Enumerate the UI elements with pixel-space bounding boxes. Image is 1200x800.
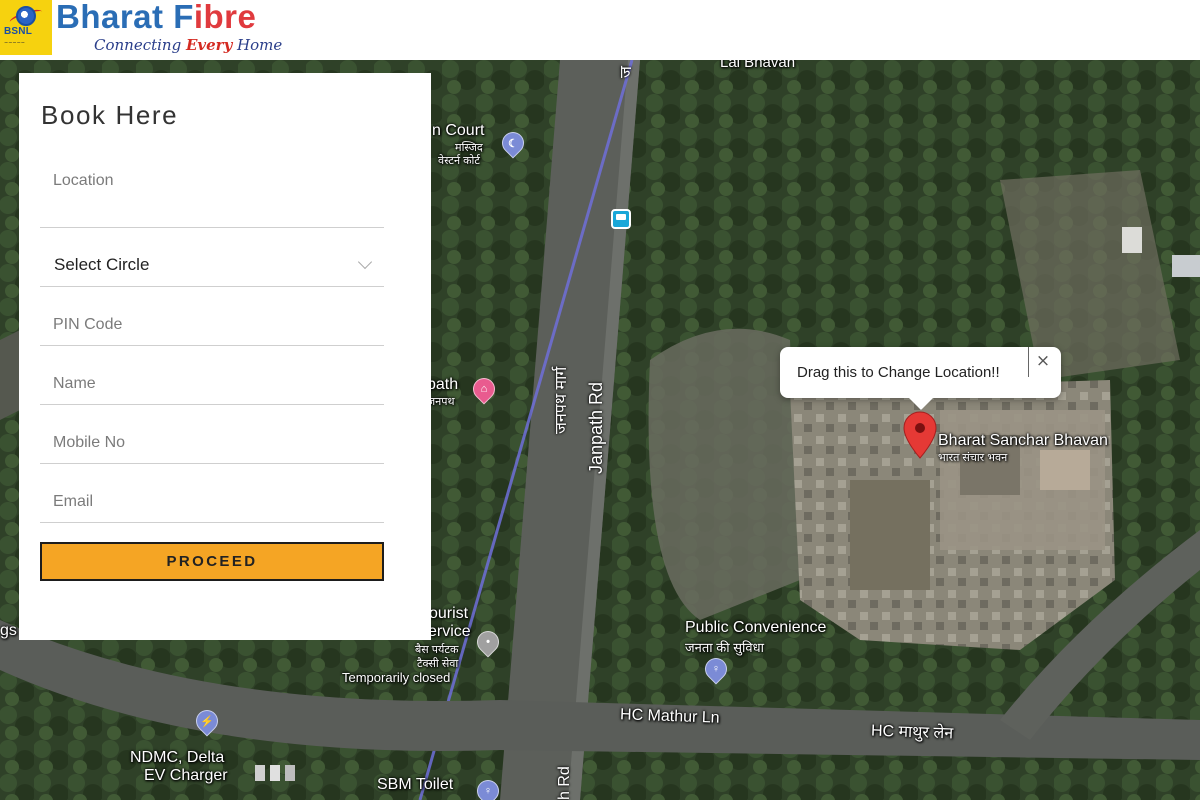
road-label-janpath-rd: Janpath Rd [586,381,606,474]
bsnl-logo[interactable]: BSNL ~~~~~ [0,0,52,55]
road-label-h-rd: h Rd [556,766,573,800]
circle-select-value: Select Circle [54,255,150,274]
tagline-part3: Home [232,36,283,54]
info-window: Drag this to Change Location!! × [780,347,1061,410]
circle-select[interactable]: Select Circle [40,243,384,287]
road-label-janpath-marg: जनपथ मार्ग [553,366,570,434]
booking-panel: Book Here Select Circle PROCEED [19,73,431,640]
map-label-gs: gs [0,622,17,639]
name-input[interactable] [40,364,384,404]
chevron-down-icon [357,254,373,270]
close-icon[interactable]: × [1031,350,1055,374]
brand-name: Bharat Fibre [56,0,256,36]
map-label-janpath-hotel[interactable]: path [427,376,458,394]
map-label-public-convenience[interactable]: Public Convenience [685,619,826,637]
bsnl-logo-text: BSNL [4,26,33,37]
map-label-court-hindi-2: वेस्टर्न कोर्ट [438,155,480,167]
name-field[interactable] [40,364,384,405]
map-label-lal-bhavan[interactable]: Lal Bhavan [720,60,795,71]
map-label-bharat-sanchar-bhavan[interactable]: Bharat Sanchar Bhavan [938,432,1108,450]
map-label-public-convenience-hindi: जनता की सुविधा [685,640,764,655]
brand-tagline: Connecting Every Home [94,36,282,54]
brand-name-part1: Bharat F [56,0,194,35]
tagline-part1: Connecting [94,36,186,54]
info-window-divider [1028,347,1029,377]
map-label-ndmc-1[interactable]: NDMC, Delta [130,749,224,767]
tagline-part2: Every [185,36,233,54]
bsnl-logo-tagline: ~~~~~ [4,40,25,46]
email-field[interactable] [40,482,384,523]
bharat-fibre-logo[interactable]: Bharat Fibre Connecting Every Home [56,0,396,58]
map-label-court[interactable]: n Court [432,122,484,140]
logo-globe-icon [16,6,36,26]
location-marker-icon[interactable] [903,411,937,459]
map-label-tourist-2[interactable]: ervice [428,623,471,641]
email-input[interactable] [40,482,384,522]
map-label-tourist-hindi-2: टैक्सी सेवा [417,658,459,670]
location-input[interactable] [40,153,384,209]
proceed-button[interactable]: PROCEED [40,542,384,581]
map-label-sbm-toilet[interactable]: SBM Toilet [377,776,453,794]
bus-stop-icon[interactable] [611,209,631,229]
mobile-input[interactable] [40,423,384,463]
road-label-top: ज [618,66,635,78]
map-label-bharat-sanchar-bhavan-hindi: भारत संचार भवन [938,452,1008,464]
map-label-ndmc-2[interactable]: EV Charger [144,767,228,785]
location-field[interactable] [40,153,384,228]
mobile-field[interactable] [40,423,384,464]
map-label-temporarily-closed: Temporarily closed [342,670,451,685]
road-label-hc-mathur: HC Mathur Ln [619,706,720,727]
map-label-janpath-hotel-hindi: जनपथ [427,396,455,408]
info-window-message: Drag this to Change Location!! [797,364,1000,381]
road-label-hc-mathur-hindi: HC माथुर लेन [870,722,954,743]
brand-name-part2: ibre [193,0,257,35]
pin-code-field[interactable] [40,305,384,346]
panel-title: Book Here [41,100,179,130]
pin-code-input[interactable] [40,305,384,345]
site-header: BSNL ~~~~~ Bharat Fibre Connecting Every… [0,0,1200,60]
map-label-tourist-1[interactable]: ourist [429,605,468,623]
map-label-tourist-hindi-1: बैस पर्यटक [415,644,459,656]
